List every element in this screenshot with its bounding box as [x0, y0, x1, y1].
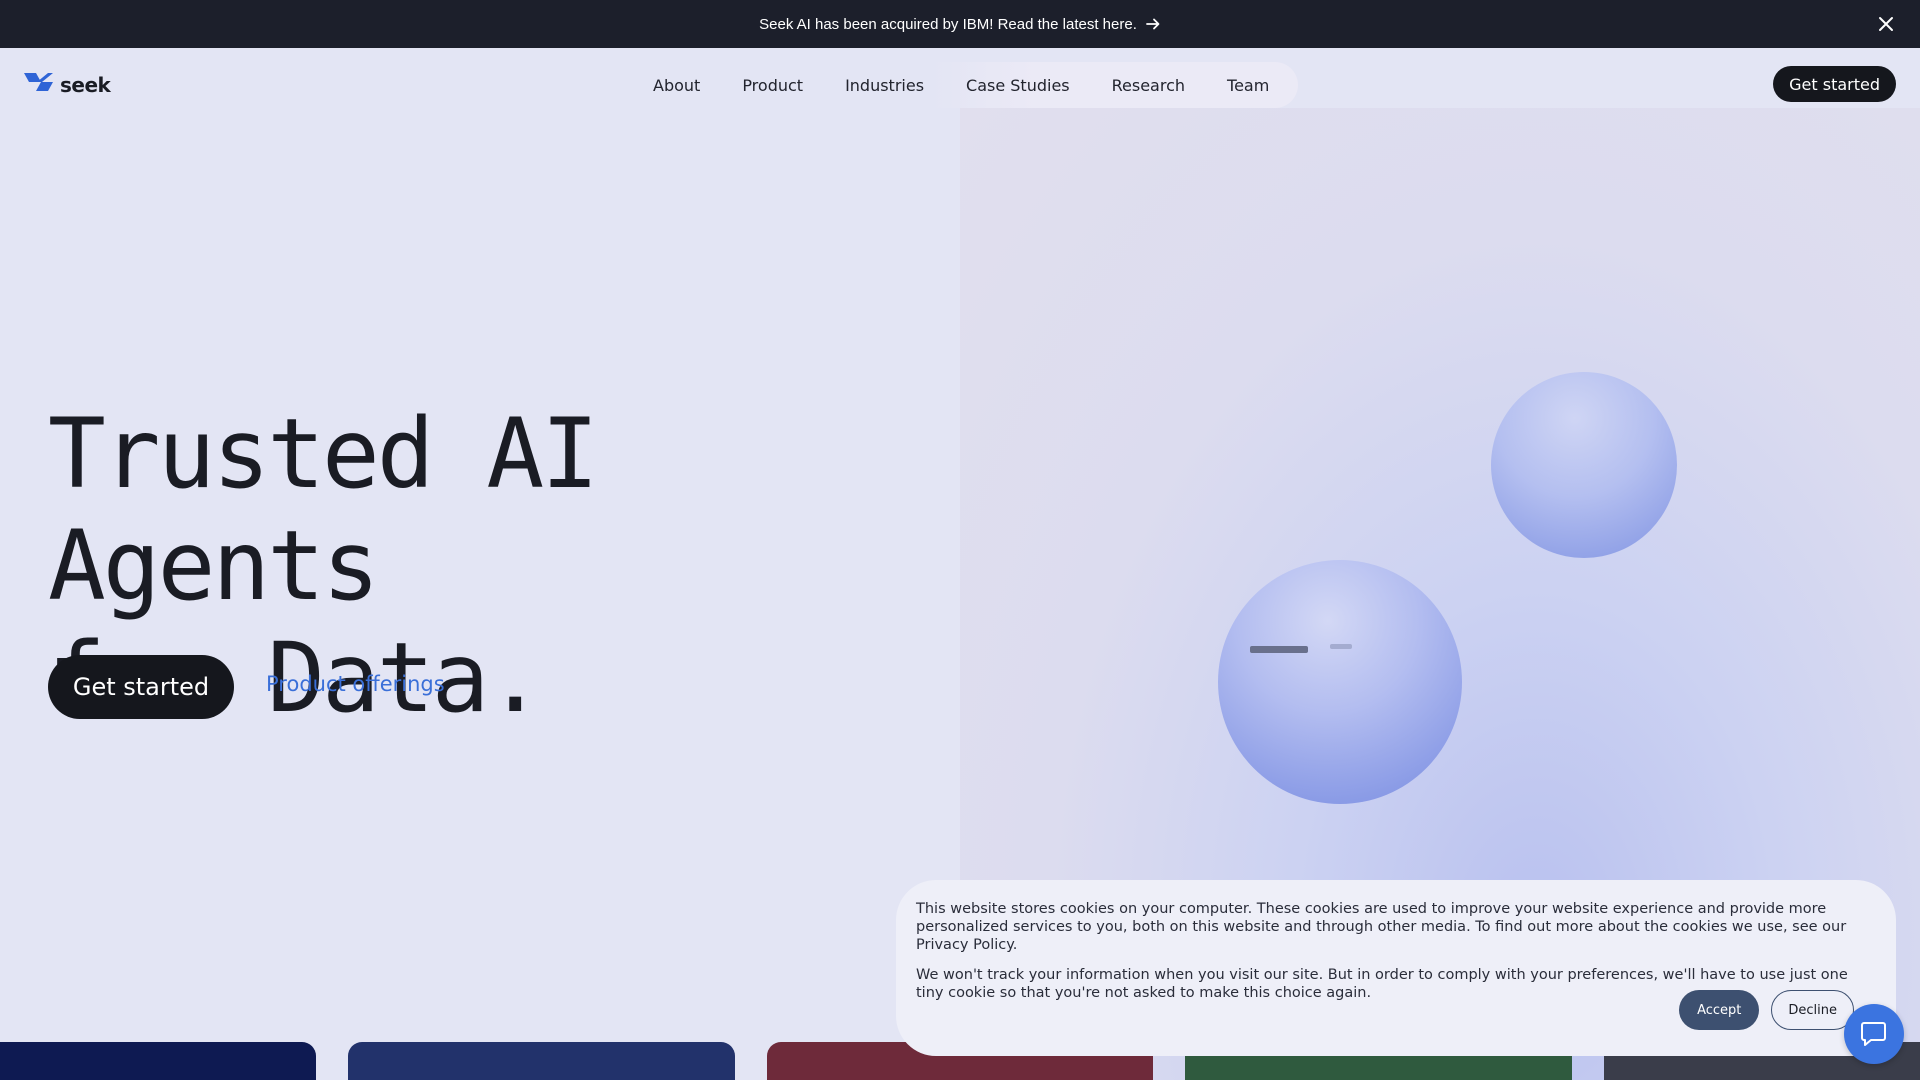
- accept-button[interactable]: Accept: [1679, 990, 1760, 1030]
- nav-item-industries[interactable]: Industries: [824, 76, 945, 95]
- main-nav: seek About Product Industries Case Studi…: [0, 48, 1920, 120]
- product-offerings-link[interactable]: Product offerings: [266, 672, 445, 696]
- sphere-large: [1218, 560, 1462, 804]
- nav-item-research[interactable]: Research: [1091, 76, 1206, 95]
- arrow-right-icon: [1145, 16, 1161, 32]
- sphere-mark: [1330, 644, 1352, 649]
- announcement-bar: Seek AI has been acquired by IBM! Read t…: [0, 0, 1920, 48]
- nav-item-about[interactable]: About: [632, 76, 721, 95]
- sphere-small: [1491, 372, 1677, 558]
- feature-card[interactable]: [0, 1042, 316, 1080]
- announcement-text: Seek AI has been acquired by IBM! Read t…: [759, 15, 1137, 33]
- cookie-buttons: Accept Decline: [1679, 990, 1854, 1030]
- nav-item-product[interactable]: Product: [721, 76, 824, 95]
- cookie-banner: This website stores cookies on your comp…: [896, 880, 1896, 1056]
- seek-logo-icon: [24, 70, 54, 99]
- logo-text: seek: [60, 72, 111, 97]
- headline-line-1: Trusted AI Agents: [48, 398, 599, 622]
- chat-icon[interactable]: [1844, 1004, 1904, 1064]
- nav-item-case-studies[interactable]: Case Studies: [945, 76, 1091, 95]
- logo[interactable]: seek: [24, 70, 111, 99]
- hero-get-started-button[interactable]: Get started: [48, 655, 234, 719]
- cookie-text-1: This website stores cookies on your comp…: [916, 901, 1847, 953]
- nav-links: About Product Industries Case Studies Re…: [632, 62, 1298, 108]
- decline-button[interactable]: Decline: [1771, 990, 1854, 1030]
- nav-item-team[interactable]: Team: [1206, 76, 1290, 95]
- close-icon[interactable]: [1874, 12, 1898, 36]
- feature-card[interactable]: [348, 1042, 735, 1080]
- sphere-mark: [1250, 646, 1308, 653]
- announcement-link[interactable]: Seek AI has been acquired by IBM! Read t…: [759, 16, 1161, 33]
- nav-get-started-button[interactable]: Get started: [1773, 66, 1896, 102]
